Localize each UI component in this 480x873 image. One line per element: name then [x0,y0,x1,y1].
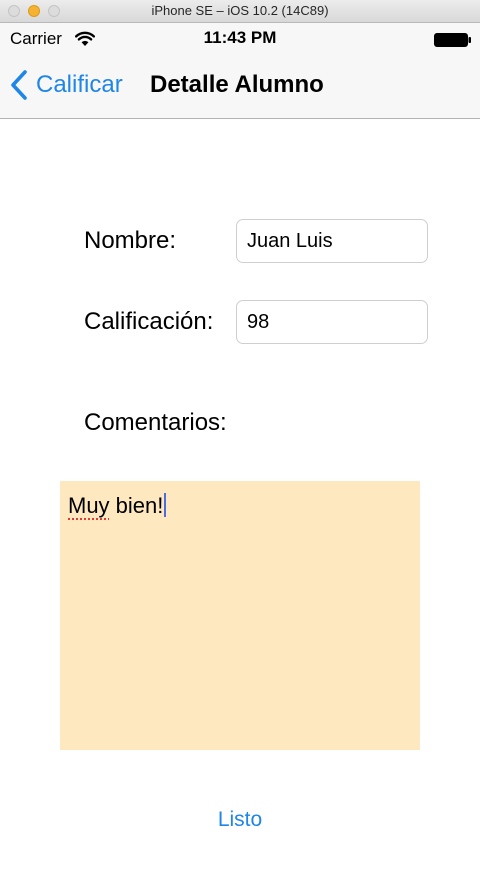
comments-rest: bien! [109,493,164,518]
simulator-title-bar: iPhone SE – iOS 10.2 (14C89) [0,0,480,23]
comments-text-area[interactable]: Muy bien! [60,481,420,750]
chevron-left-icon [11,70,27,100]
grade-label: Calificación: [84,308,214,335]
battery-full-icon [434,33,471,47]
comments-label: Comentarios: [84,409,227,436]
comments-text: Muy bien! [68,493,167,518]
status-time: 11:43 PM [203,28,277,47]
name-label: Nombre: [84,227,177,254]
back-button[interactable]: Calificar [10,68,123,102]
grade-field[interactable] [236,300,428,344]
misspelled-word: Muy [68,493,110,518]
name-field[interactable] [236,219,428,263]
simulator-title: iPhone SE – iOS 10.2 (14C89) [151,3,329,18]
back-button-label: Calificar [36,71,123,98]
simulator-window: iPhone SE – iOS 10.2 (14C89) Carrier 11:… [0,0,480,873]
page-title: Detalle Alumno [150,71,324,98]
text-cursor [164,493,167,517]
navigation-bar: Calificar Detalle Alumno [0,55,480,119]
status-bar: Carrier 11:43 PM [0,23,480,55]
done-button[interactable]: Listo [0,808,480,832]
